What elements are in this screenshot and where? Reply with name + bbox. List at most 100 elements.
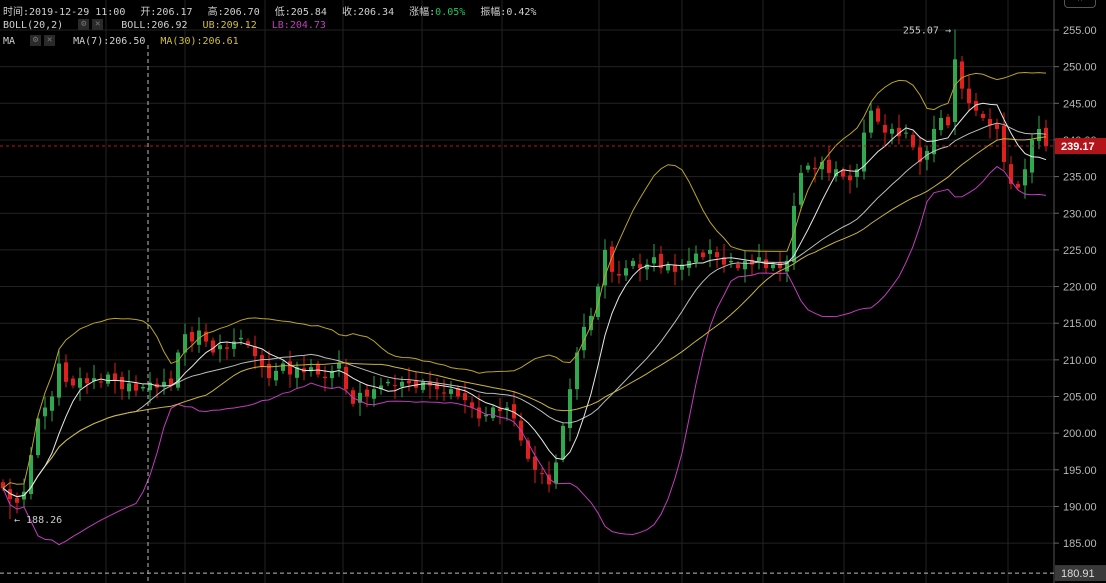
- candle-body: [141, 386, 145, 389]
- axis-tick-label: 255.00: [1063, 25, 1097, 37]
- close-icon[interactable]: ✕: [44, 35, 56, 46]
- candle-body: [967, 88, 971, 104]
- axis-tick-label: 225.00: [1063, 245, 1097, 257]
- candle-body: [946, 116, 950, 126]
- candle-body: [78, 378, 82, 388]
- candle-body: [813, 167, 817, 170]
- boll-lb: LB:204.73: [271, 19, 326, 31]
- candle-body: [708, 249, 712, 254]
- candle-body: [736, 264, 740, 269]
- candle-body: [344, 366, 348, 390]
- candle-body: [463, 393, 467, 401]
- candle-body: [337, 363, 341, 369]
- candle-body: [841, 170, 845, 177]
- candle-body: [435, 383, 439, 390]
- candle-body: [617, 274, 621, 276]
- candle-body: [890, 128, 894, 134]
- candle-body: [64, 362, 68, 382]
- ma7-line: [2, 102, 1047, 498]
- candle-body: [106, 374, 110, 384]
- candle-body: [827, 159, 831, 173]
- candle-body: [400, 381, 404, 387]
- open-label: 开:206.17: [140, 7, 193, 18]
- annotations: 180.91 239.17 255.07 → ← 188.26: [0, 25, 1106, 583]
- candle-body: [848, 175, 852, 181]
- gear-icon[interactable]: ⚙: [30, 35, 42, 46]
- candle-body: [939, 117, 943, 131]
- candle-body: [715, 252, 719, 258]
- axis-tick-label: 210.00: [1063, 355, 1097, 367]
- ma7-value: MA(7):206.50: [73, 35, 146, 47]
- candle-body: [631, 260, 635, 267]
- candle-body: [85, 378, 89, 384]
- ma-legend: MA ⚙ ✕ MA(7):206.50 MA(30):206.61: [3, 35, 248, 47]
- candle-body: [666, 264, 670, 271]
- candle-body: [610, 246, 614, 272]
- candle-body: [218, 345, 222, 350]
- candle-body: [274, 370, 278, 381]
- axis-tick-label: 235.00: [1063, 172, 1097, 184]
- candle-body: [1002, 125, 1006, 162]
- boll-name: BOLL(20,2): [3, 19, 64, 31]
- candle-body: [211, 340, 215, 353]
- candle-body: [323, 376, 327, 379]
- candle-body: [253, 346, 257, 357]
- candle-body: [134, 383, 138, 391]
- candle-body: [596, 286, 600, 317]
- candle-body: [127, 383, 131, 392]
- grid: [0, 0, 1054, 583]
- candle-body: [449, 389, 453, 394]
- axis-tick-label: 250.00: [1063, 62, 1097, 74]
- close-icon[interactable]: ✕: [92, 19, 104, 30]
- axis-tick-label: 215.00: [1063, 318, 1097, 330]
- candle-body: [365, 389, 369, 397]
- candle-body: [1016, 183, 1020, 188]
- indicator-lines: [2, 72, 1047, 546]
- candle-body: [421, 381, 425, 390]
- candle-body: [876, 108, 880, 122]
- candle-body: [778, 262, 782, 269]
- axis-tick-label: 190.00: [1063, 501, 1097, 513]
- candle-body: [981, 113, 985, 118]
- candle-body: [729, 260, 733, 263]
- candle-body: [407, 380, 411, 384]
- candle-body: [806, 165, 810, 170]
- high-label: 高:206.70: [207, 7, 260, 18]
- boll-mid: BOLL:206.92: [121, 19, 188, 31]
- axis-tick-label: 220.00: [1063, 282, 1097, 294]
- candle-body: [260, 355, 264, 368]
- axis-tick-label: 195.00: [1063, 465, 1097, 477]
- candle-body: [71, 378, 75, 386]
- candle-body: [316, 363, 320, 375]
- axis-tick-label: 205.00: [1063, 392, 1097, 404]
- axis-tick-label: 230.00: [1063, 208, 1097, 220]
- close-label: 收:206.34: [341, 7, 395, 18]
- candle-body: [393, 385, 397, 387]
- candle-body: [995, 124, 999, 129]
- low-label: 低:205.84: [274, 7, 327, 18]
- candle-body: [43, 407, 47, 417]
- candle-body: [281, 363, 285, 371]
- gear-icon[interactable]: ⚙: [78, 19, 90, 30]
- crosshair-price-label: 180.91: [1061, 568, 1095, 580]
- candle-body: [771, 264, 775, 269]
- candle-body: [190, 331, 194, 342]
- ma-name: MA: [3, 35, 16, 47]
- candle-body: [372, 389, 376, 399]
- ma30-value: MA(30):206.61: [160, 35, 239, 47]
- candle-body: [554, 462, 558, 484]
- axis-tick-label: 185.00: [1063, 538, 1097, 550]
- boll-lower-line: [2, 165, 1047, 546]
- candle-body: [120, 377, 124, 390]
- candle-body: [743, 260, 747, 270]
- candle-body: [414, 380, 418, 388]
- candle-body: [911, 134, 915, 148]
- candle-body: [113, 373, 117, 381]
- chevron-up-icon[interactable]: ^: [1064, 0, 1096, 8]
- candlestick-chart[interactable]: 255.00250.00245.00240.00235.00230.00225.…: [0, 0, 1106, 583]
- candle-body: [442, 392, 446, 394]
- candle-body: [491, 407, 495, 419]
- boll-ub: UB:209.12: [202, 19, 257, 31]
- candle-body: [477, 407, 481, 419]
- candle-body: [386, 381, 390, 384]
